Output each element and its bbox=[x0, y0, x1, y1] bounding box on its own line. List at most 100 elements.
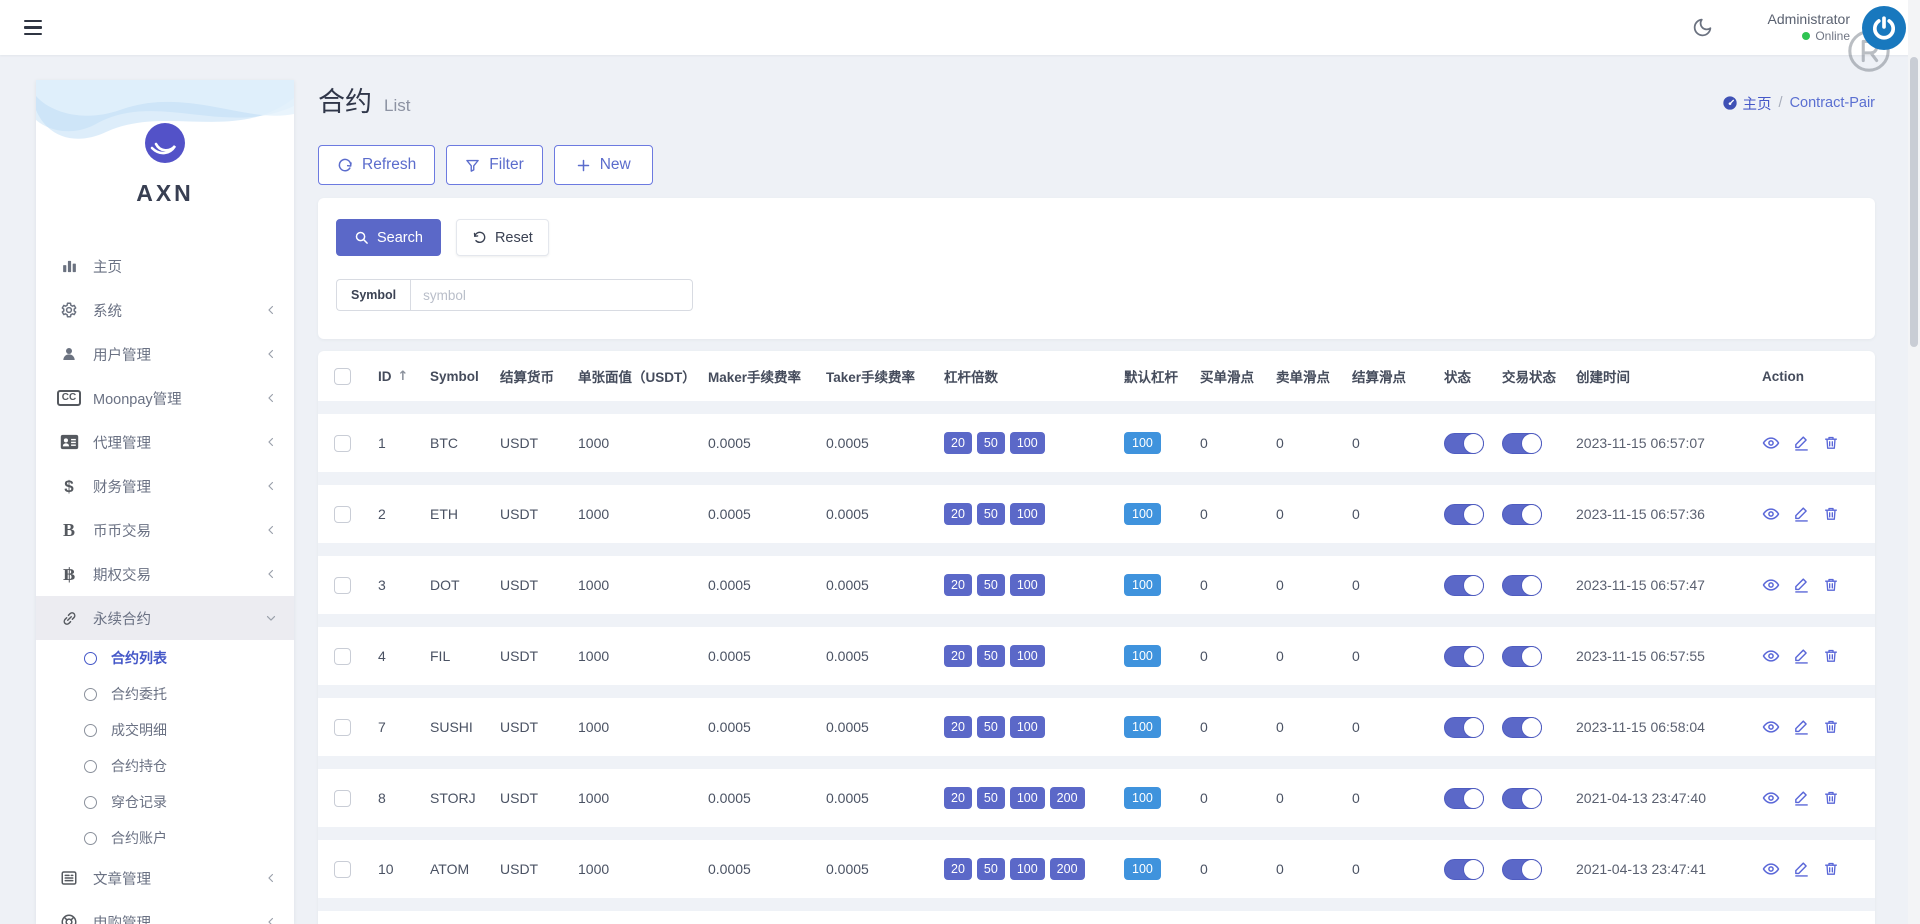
circle-icon bbox=[84, 796, 97, 809]
sidebar-subitem-contract-positions[interactable]: 合约持仓 bbox=[36, 748, 294, 784]
sidebar-subitem-contract-list[interactable]: 合约列表 bbox=[36, 640, 294, 676]
status-toggle[interactable] bbox=[1444, 859, 1484, 880]
sidebar-subitem-trade-details[interactable]: 成交明细 bbox=[36, 712, 294, 748]
cell-settle-slippage: 0 bbox=[1352, 435, 1444, 451]
view-button[interactable] bbox=[1762, 860, 1780, 878]
breadcrumb: 主页 / Contract-Pair bbox=[1722, 93, 1875, 114]
sidebar-item-moonpay[interactable]: CCMoonpay管理 bbox=[36, 376, 294, 420]
breadcrumb-current[interactable]: Contract-Pair bbox=[1790, 95, 1875, 111]
cell-leverages: 2050100200 bbox=[944, 858, 1124, 880]
status-toggle[interactable] bbox=[1444, 646, 1484, 667]
status-toggle[interactable] bbox=[1444, 575, 1484, 596]
edit-button[interactable] bbox=[1793, 647, 1810, 665]
sidebar-item-finance[interactable]: $财务管理 bbox=[36, 464, 294, 508]
select-all-checkbox[interactable] bbox=[334, 368, 351, 385]
sidebar-item-label: 主页 bbox=[93, 256, 278, 277]
delete-button[interactable] bbox=[1823, 860, 1839, 878]
sidebar-item-system[interactable]: 系统 bbox=[36, 288, 294, 332]
leverage-badge: 20 bbox=[944, 716, 972, 738]
trade-status-toggle[interactable] bbox=[1502, 646, 1542, 667]
vertical-scrollbar[interactable] bbox=[1908, 0, 1920, 924]
cell-status bbox=[1444, 575, 1502, 596]
status-toggle[interactable] bbox=[1444, 717, 1484, 738]
cell-settle-currency: USDT bbox=[500, 719, 578, 735]
edit-button[interactable] bbox=[1793, 860, 1810, 878]
avatar[interactable] bbox=[1862, 6, 1906, 50]
view-button[interactable] bbox=[1762, 718, 1780, 736]
row-checkbox[interactable] bbox=[334, 435, 351, 452]
sidebar-subitem-contract-accounts[interactable]: 合约账户 bbox=[36, 820, 294, 856]
hamburger-menu-icon[interactable] bbox=[24, 15, 50, 41]
search-button[interactable]: Search bbox=[336, 219, 441, 256]
search-icon bbox=[354, 230, 369, 245]
table-row: 7SUSHIUSDT10000.00050.000520501001000002… bbox=[334, 698, 1875, 756]
dark-mode-toggle[interactable] bbox=[1686, 11, 1720, 45]
sidebar-item-users[interactable]: 用户管理 bbox=[36, 332, 294, 376]
delete-button[interactable] bbox=[1823, 576, 1839, 594]
trade-status-toggle[interactable] bbox=[1502, 504, 1542, 525]
user-block[interactable]: Administrator Online bbox=[1768, 11, 1850, 44]
new-button[interactable]: New bbox=[554, 145, 653, 185]
row-checkbox[interactable] bbox=[334, 790, 351, 807]
view-button[interactable] bbox=[1762, 505, 1780, 523]
sort-ascending-icon[interactable]: ↑ bbox=[398, 369, 409, 384]
refresh-button[interactable]: Refresh bbox=[318, 145, 435, 185]
row-checkbox[interactable] bbox=[334, 719, 351, 736]
row-checkbox[interactable] bbox=[334, 861, 351, 878]
view-button[interactable] bbox=[1762, 789, 1780, 807]
view-button[interactable] bbox=[1762, 434, 1780, 452]
breadcrumb-home-link[interactable]: 主页 bbox=[1722, 93, 1772, 114]
sidebar-item-spot[interactable]: B币币交易 bbox=[36, 508, 294, 552]
sidebar-item-label: 代理管理 bbox=[93, 432, 264, 453]
trade-status-toggle[interactable] bbox=[1502, 859, 1542, 880]
leverage-badge: 20 bbox=[944, 645, 972, 667]
edit-button[interactable] bbox=[1793, 576, 1810, 594]
trade-status-toggle[interactable] bbox=[1502, 575, 1542, 596]
view-button[interactable] bbox=[1762, 647, 1780, 665]
sidebar-subitem-liquidation-records[interactable]: 穿仓记录 bbox=[36, 784, 294, 820]
column-header-select[interactable] bbox=[334, 368, 378, 385]
edit-button[interactable] bbox=[1793, 718, 1810, 736]
status-toggle[interactable] bbox=[1444, 433, 1484, 454]
trade-status-toggle[interactable] bbox=[1502, 788, 1542, 809]
row-checkbox[interactable] bbox=[334, 577, 351, 594]
delete-button[interactable] bbox=[1823, 505, 1839, 523]
cell-default-leverage: 100 bbox=[1124, 574, 1200, 596]
row-separator bbox=[318, 685, 1875, 698]
row-checkbox[interactable] bbox=[334, 506, 351, 523]
row-checkbox[interactable] bbox=[334, 648, 351, 665]
view-button[interactable] bbox=[1762, 576, 1780, 594]
delete-button[interactable] bbox=[1823, 718, 1839, 736]
sidebar-item-agents[interactable]: 代理管理 bbox=[36, 420, 294, 464]
cell-sell-slippage: 0 bbox=[1276, 577, 1352, 593]
reset-button[interactable]: Reset bbox=[456, 219, 549, 256]
scrollbar-thumb[interactable] bbox=[1910, 57, 1918, 347]
filter-button[interactable]: Filter bbox=[446, 145, 542, 185]
sidebar-item-label: 期权交易 bbox=[93, 564, 264, 585]
sidebar-item-articles[interactable]: 文章管理 bbox=[36, 856, 294, 900]
edit-button[interactable] bbox=[1793, 505, 1810, 523]
cell-settle-slippage: 0 bbox=[1352, 790, 1444, 806]
delete-button[interactable] bbox=[1823, 434, 1839, 452]
delete-button[interactable] bbox=[1823, 789, 1839, 807]
default-leverage-badge: 100 bbox=[1124, 645, 1161, 667]
trade-status-toggle[interactable] bbox=[1502, 717, 1542, 738]
status-toggle[interactable] bbox=[1444, 504, 1484, 525]
default-leverage-badge: 100 bbox=[1124, 716, 1161, 738]
default-leverage-badge: 100 bbox=[1124, 787, 1161, 809]
power-logo-icon bbox=[1871, 15, 1897, 41]
search-panel: Search Reset Symbol bbox=[318, 198, 1875, 339]
sidebar-subitem-contract-orders[interactable]: 合约委托 bbox=[36, 676, 294, 712]
edit-button[interactable] bbox=[1793, 789, 1810, 807]
trade-status-toggle[interactable] bbox=[1502, 433, 1542, 454]
edit-button[interactable] bbox=[1793, 434, 1810, 452]
symbol-label: Symbol bbox=[336, 279, 410, 311]
status-toggle[interactable] bbox=[1444, 788, 1484, 809]
sidebar-item-subscribe[interactable]: 申购管理 bbox=[36, 900, 294, 924]
sidebar-item-options[interactable]: ฿期权交易 bbox=[36, 552, 294, 596]
sidebar-item-home[interactable]: 主页 bbox=[36, 244, 294, 288]
delete-button[interactable] bbox=[1823, 647, 1839, 665]
sidebar-item-perpetual[interactable]: 永续合约 bbox=[36, 596, 294, 640]
symbol-input[interactable] bbox=[410, 279, 693, 311]
cell-face-value: 1000 bbox=[578, 790, 708, 806]
